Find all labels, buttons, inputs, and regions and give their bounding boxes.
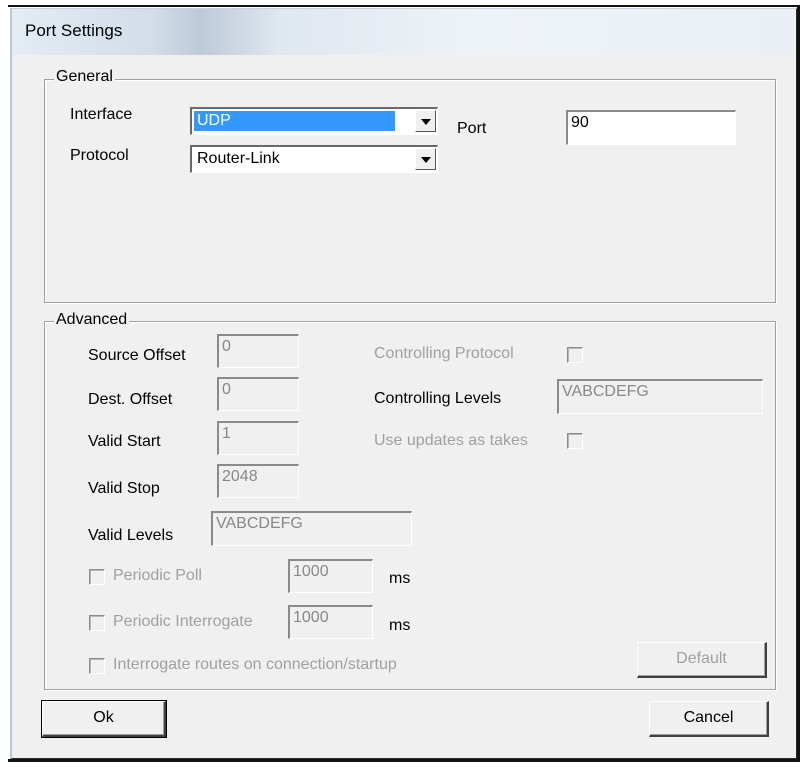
controlling-levels-label: Controlling Levels	[374, 390, 502, 407]
window-border-bottom	[8, 759, 800, 762]
window-border-top	[8, 5, 800, 7]
interface-label: Interface	[70, 106, 133, 123]
port-input[interactable]: 90	[566, 110, 736, 145]
use-updates-label: Use updates as takes	[374, 432, 528, 449]
interface-dropdown[interactable]: UDP	[190, 107, 438, 135]
chevron-down-icon	[421, 119, 431, 125]
interrogate-routes-checkbox[interactable]	[89, 658, 105, 674]
valid-start-label: Valid Start	[88, 433, 161, 450]
valid-stop-label: Valid Stop	[88, 480, 160, 497]
protocol-dropdown-button[interactable]	[415, 148, 436, 170]
periodic-interrogate-label: Periodic Interrogate	[113, 613, 253, 630]
periodic-interrogate-checkbox[interactable]	[89, 615, 105, 631]
protocol-dropdown[interactable]: Router-Link	[190, 145, 438, 173]
window-title: Port Settings	[25, 21, 123, 40]
chevron-down-icon	[421, 157, 431, 163]
use-updates-checkbox[interactable]	[567, 433, 583, 449]
valid-levels-label: Valid Levels	[88, 527, 174, 544]
title-bar[interactable]: Port Settings	[12, 9, 796, 55]
advanced-legend: Advanced	[54, 311, 130, 329]
periodic-poll-label: Periodic Poll	[113, 567, 202, 584]
ok-button[interactable]: Ok	[41, 700, 167, 738]
valid-start-field[interactable]: 1	[217, 421, 299, 455]
cancel-button[interactable]: Cancel	[649, 701, 769, 737]
port-label: Port	[457, 120, 487, 137]
valid-stop-field[interactable]: 2048	[217, 464, 299, 498]
controlling-protocol-label: Controlling Protocol	[374, 345, 514, 362]
interface-dropdown-button[interactable]	[415, 110, 436, 132]
controlling-levels-field[interactable]: VABCDEFG	[557, 379, 763, 414]
protocol-value: Router-Link	[197, 150, 280, 167]
controlling-protocol-checkbox[interactable]	[567, 347, 583, 363]
general-legend: General	[54, 68, 115, 86]
periodic-interrogate-field[interactable]: 1000	[288, 605, 373, 639]
valid-levels-field[interactable]: VABCDEFG	[211, 511, 412, 546]
dest-offset-label: Dest. Offset	[88, 391, 173, 408]
periodic-interrogate-unit: ms	[389, 617, 411, 634]
source-offset-label: Source Offset	[88, 347, 186, 364]
interface-value: UDP	[194, 111, 395, 131]
periodic-poll-field[interactable]: 1000	[288, 559, 373, 593]
periodic-poll-checkbox[interactable]	[89, 569, 105, 585]
default-button[interactable]: Default	[637, 642, 767, 678]
periodic-poll-unit: ms	[389, 570, 411, 587]
source-offset-field[interactable]: 0	[217, 334, 299, 368]
protocol-label: Protocol	[70, 147, 129, 164]
port-settings-dialog: Port Settings General Interface UDP Prot…	[10, 8, 798, 760]
window-border-right	[797, 6, 800, 762]
dest-offset-field[interactable]: 0	[217, 377, 299, 411]
interrogate-routes-label: Interrogate routes on connection/startup	[113, 656, 397, 673]
